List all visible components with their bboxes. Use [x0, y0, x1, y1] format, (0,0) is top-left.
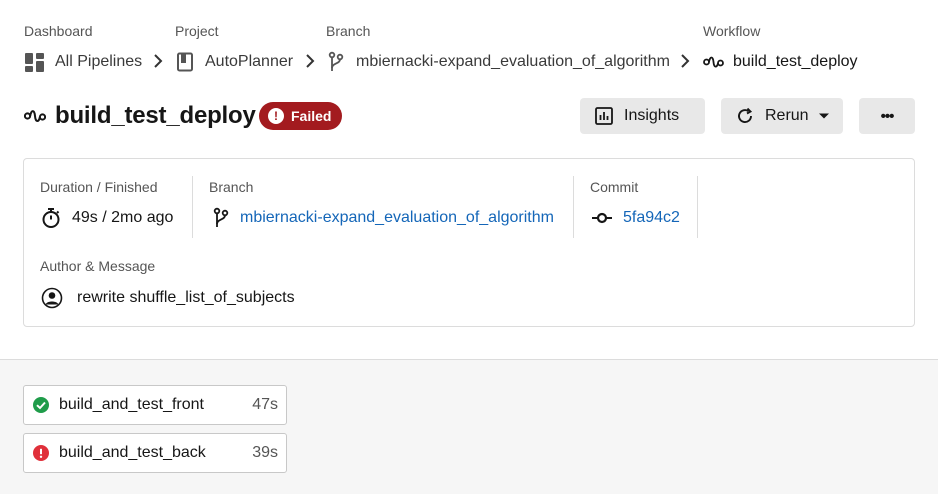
divider: [697, 176, 698, 238]
breadcrumb-dashboard-value: All Pipelines: [55, 53, 143, 70]
status-badge-label: Failed: [291, 108, 332, 124]
git-branch-icon: [213, 207, 229, 227]
breadcrumb-project-value: AutoPlanner: [205, 53, 294, 70]
git-commit-icon: [592, 212, 612, 224]
rerun-button[interactable]: Rerun: [721, 98, 843, 134]
more-options-icon: •••: [880, 107, 895, 125]
commit-field: Commit: [590, 178, 638, 196]
error-exclamation-icon: [33, 445, 49, 461]
author-field: Author & Message: [40, 257, 155, 275]
workflow-header-area: Dashboard All Pipelines Project AutoPlan…: [0, 0, 938, 359]
breadcrumb-workflow-label: Workflow: [703, 23, 761, 39]
breadcrumb-dashboard-label: Dashboard: [24, 23, 93, 39]
workflow-icon: [703, 56, 724, 68]
breadcrumb-workflow-value: build_test_deploy: [733, 53, 858, 70]
breadcrumb-workflow: Workflow build_test_deploy: [703, 22, 858, 70]
job-duration: 47s: [252, 396, 278, 413]
repository-book-icon: [177, 52, 193, 72]
chevron-right-icon: [681, 54, 690, 68]
commit-message: rewrite shuffle_list_of_subjects: [77, 289, 295, 306]
duration-label: Duration / Finished: [40, 179, 158, 195]
branch-value: mbiernacki-expand_evaluation_of_algorith…: [240, 209, 554, 226]
job-name: build_and_test_back: [59, 444, 206, 461]
breadcrumb-branch-link[interactable]: mbiernacki-expand_evaluation_of_algorith…: [326, 51, 670, 73]
commit-label: Commit: [590, 179, 639, 195]
refresh-icon: [738, 107, 753, 123]
insights-button[interactable]: Insights: [580, 98, 705, 134]
branch-link[interactable]: mbiernacki-expand_evaluation_of_algorith…: [213, 207, 554, 229]
dashboard-icon: [25, 52, 44, 72]
status-badge: ! Failed: [259, 102, 342, 130]
author-label: Author & Message: [40, 258, 156, 274]
git-branch-icon: [328, 51, 344, 71]
divider: [573, 176, 574, 238]
caret-down-icon: [818, 113, 829, 119]
chevron-right-icon: [154, 54, 163, 68]
insights-chart-icon: [595, 107, 613, 125]
workflow-details-card: Duration / Finished 49s / 2mo ago Branch…: [23, 158, 915, 327]
exclamation-icon: !: [268, 108, 284, 124]
job-name: build_and_test_front: [59, 396, 204, 413]
breadcrumb-all-pipelines-link[interactable]: All Pipelines: [24, 51, 142, 73]
stopwatch-icon: [42, 208, 60, 228]
breadcrumb-branch-value: mbiernacki-expand_evaluation_of_algorith…: [356, 53, 670, 70]
user-avatar-icon: [41, 287, 63, 309]
chevron-right-icon: [306, 54, 315, 68]
duration-value: 49s / 2mo ago: [72, 209, 174, 226]
success-check-icon: [33, 397, 49, 413]
branch-label: Branch: [209, 179, 254, 195]
commit-value: 5fa94c2: [623, 209, 680, 226]
job-item[interactable]: build_and_test_back 39s: [23, 433, 287, 473]
divider: [192, 176, 193, 238]
insights-button-label: Insights: [624, 107, 680, 124]
breadcrumb-project: Project AutoPlanner: [175, 22, 293, 72]
duration-field: Duration / Finished: [40, 178, 158, 196]
job-duration: 39s: [252, 444, 278, 461]
breadcrumb-branch: Branch mbiernacki-expand_evaluation_of_a…: [326, 22, 670, 71]
job-item[interactable]: build_and_test_front 47s: [23, 385, 287, 425]
author-message-row: rewrite shuffle_list_of_subjects: [41, 287, 295, 309]
more-options-button[interactable]: •••: [859, 98, 915, 134]
rerun-button-label: Rerun: [765, 107, 809, 124]
commit-link[interactable]: 5fa94c2: [591, 207, 680, 229]
jobs-panel: build_and_test_front 47s build_and_test_…: [0, 359, 938, 494]
breadcrumb-project-link[interactable]: AutoPlanner: [175, 51, 293, 73]
breadcrumb-branch-label: Branch: [326, 23, 371, 39]
workflow-icon: [24, 110, 46, 122]
page-title-row: build_test_deploy: [24, 100, 256, 132]
breadcrumb-project-label: Project: [175, 23, 219, 39]
breadcrumb-workflow-current: build_test_deploy: [703, 51, 858, 73]
branch-field: Branch: [209, 178, 253, 196]
page-title: build_test_deploy: [55, 102, 256, 129]
duration-value-row: 49s / 2mo ago: [40, 207, 173, 229]
breadcrumb-dashboard: Dashboard All Pipelines: [24, 22, 142, 72]
